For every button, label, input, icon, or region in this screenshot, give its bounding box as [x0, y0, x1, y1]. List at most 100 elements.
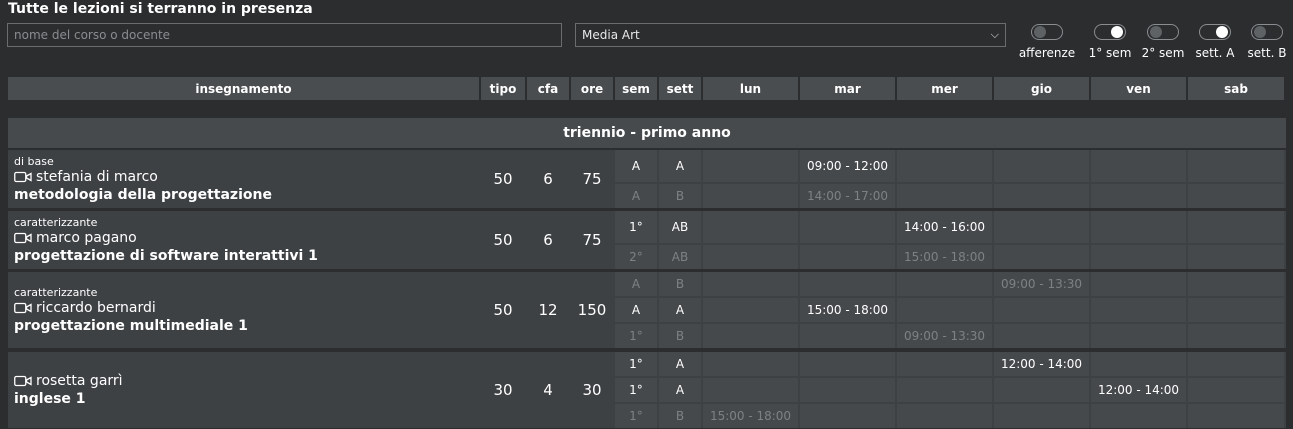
session-gio: [994, 245, 1089, 269]
toggle-switch[interactable]: [1251, 24, 1283, 40]
video-camera-icon: [14, 232, 32, 244]
search-input[interactable]: [7, 23, 562, 47]
column-header-sem[interactable]: sem: [615, 77, 657, 100]
session-sem: A: [615, 298, 657, 322]
course-ore: 75: [570, 150, 614, 208]
session-mar: [800, 352, 895, 376]
column-header-cfa[interactable]: cfa: [527, 77, 569, 100]
toggle-knob: [1111, 26, 1123, 38]
session-sem: 1°: [615, 378, 657, 402]
session-ven: [1091, 352, 1186, 376]
column-header-ore[interactable]: ore: [571, 77, 613, 100]
toggle-1[interactable]: 1° sem: [1080, 24, 1140, 60]
session-lun: [703, 245, 798, 269]
session-row: 1° B 09:00 - 13:30: [615, 324, 1286, 348]
toggle-switch[interactable]: [1031, 24, 1063, 40]
session-gio: [994, 150, 1089, 182]
course-name: progettazione multimediale 1: [14, 317, 248, 334]
toggle-switch[interactable]: [1147, 24, 1179, 40]
session-row: A B 09:00 - 13:30: [615, 272, 1286, 296]
course-row: di base stefania di marco metodologia dell…: [8, 150, 1286, 208]
session-ven: [1091, 404, 1186, 428]
teacher-name: riccardo bernardi: [36, 299, 156, 316]
session-ven: 12:00 - 14:00: [1091, 378, 1186, 402]
session-sett: A: [659, 150, 701, 182]
session-ven: [1091, 245, 1186, 269]
chevron-down-icon: ⌵: [990, 28, 999, 41]
session-gio: [994, 404, 1089, 428]
session-sem: 1°: [615, 404, 657, 428]
column-header-sett[interactable]: sett: [659, 77, 701, 100]
session-sab: [1188, 150, 1284, 182]
course-tipo: 50: [480, 150, 526, 208]
session-mar: [800, 404, 895, 428]
toggle-knob: [1150, 26, 1162, 38]
column-header-mar[interactable]: mar: [800, 77, 895, 100]
toggle-switch[interactable]: [1199, 24, 1231, 40]
session-mar: 09:00 - 12:00: [800, 150, 895, 182]
session-row: 1° A 12:00 - 14:00: [615, 352, 1286, 376]
session-mer: [897, 404, 992, 428]
session-ven: [1091, 184, 1186, 208]
session-sett: B: [659, 184, 701, 208]
column-header-gio[interactable]: gio: [994, 77, 1089, 100]
session-sab: [1188, 272, 1284, 296]
notice-title: Tutte le lezioni si terranno in presenza: [8, 1, 313, 17]
column-header-lun[interactable]: lun: [703, 77, 798, 100]
column-header-mer[interactable]: mer: [897, 77, 992, 100]
column-header-insegnamento[interactable]: insegnamento: [8, 77, 479, 100]
course-teacher: rosetta garrì: [14, 372, 473, 390]
program-select[interactable]: Media Art ⌵: [575, 23, 1006, 47]
session-gio: 12:00 - 14:00: [994, 352, 1089, 376]
course-ore: 150: [570, 272, 614, 348]
toggle-4[interactable]: sett. B: [1237, 24, 1293, 60]
session-sem: A: [615, 150, 657, 182]
session-lun: [703, 324, 798, 348]
session-sab: [1188, 378, 1284, 402]
session-sab: [1188, 245, 1284, 269]
video-camera-icon: [14, 375, 32, 387]
session-row: A A 15:00 - 18:00: [615, 298, 1286, 322]
session-ven: [1091, 150, 1186, 182]
session-mer: [897, 378, 992, 402]
session-sem: 1°: [615, 352, 657, 376]
column-header-sab[interactable]: sab: [1188, 77, 1284, 100]
session-sett: A: [659, 378, 701, 402]
column-header-ven[interactable]: ven: [1091, 77, 1186, 100]
session-sem: 1°: [615, 324, 657, 348]
toggle-label: 2° sem: [1141, 46, 1185, 60]
session-sem: 2°: [615, 245, 657, 269]
section-title: triennio - primo anno: [8, 118, 1286, 148]
session-row: 1° A 12:00 - 14:00: [615, 378, 1286, 402]
session-row: 2° AB 15:00 - 18:00: [615, 245, 1286, 269]
session-sett: B: [659, 404, 701, 428]
teacher-name: marco pagano: [36, 229, 137, 246]
session-row: 1° B 15:00 - 18:00: [615, 404, 1286, 428]
session-mer: [897, 272, 992, 296]
video-camera-icon: [14, 302, 32, 314]
toggle-3[interactable]: sett. A: [1185, 24, 1245, 60]
course-row: caratterizzante marco pagano progettazione…: [8, 211, 1286, 269]
course-category: caratterizzante: [14, 215, 98, 229]
toggle-label: sett. B: [1247, 46, 1287, 60]
course-tipo: 30: [480, 352, 526, 428]
course-teacher: stefania di marco: [14, 168, 473, 186]
session-row: 1° AB 14:00 - 16:00: [615, 211, 1286, 243]
course-category: caratterizzante: [14, 285, 98, 299]
session-lun: [703, 352, 798, 376]
course-row: caratterizzante riccardo bernardi progetta…: [8, 272, 1286, 348]
course-category: di base: [14, 154, 54, 168]
session-sab: [1188, 404, 1284, 428]
session-lun: [703, 378, 798, 402]
toggle-0[interactable]: afferenze: [1017, 24, 1077, 60]
toggle-knob: [1034, 26, 1046, 38]
column-header-tipo[interactable]: tipo: [481, 77, 525, 100]
toggle-switch[interactable]: [1094, 24, 1126, 40]
toggle-2[interactable]: 2° sem: [1133, 24, 1193, 60]
session-mer: [897, 352, 992, 376]
course-tipo: 50: [480, 272, 526, 348]
session-lun: [703, 272, 798, 296]
toggle-label: afferenze: [1018, 46, 1076, 60]
toggle-knob: [1216, 26, 1228, 38]
toggle-knob: [1254, 26, 1266, 38]
